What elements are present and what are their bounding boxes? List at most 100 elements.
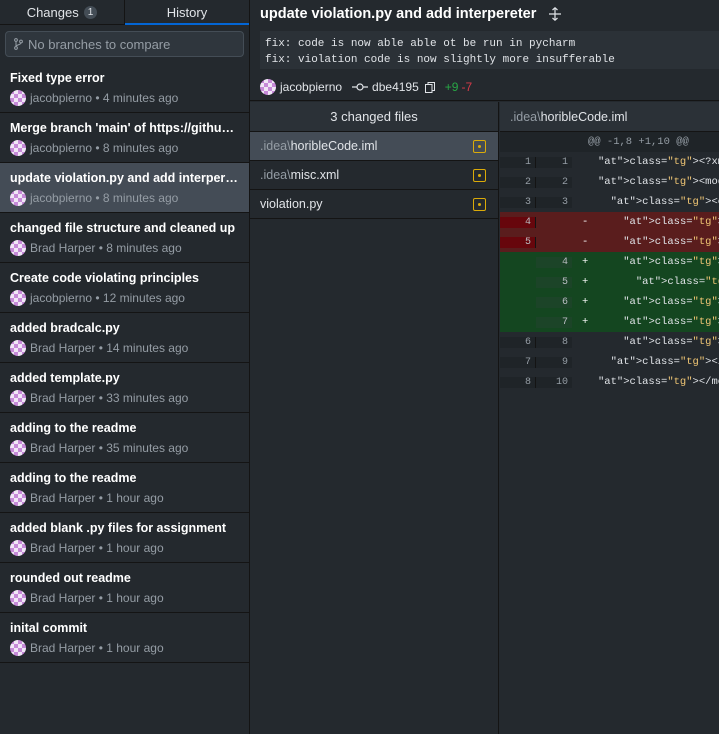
commit-meta: jacobpierno • 8 minutes ago [10, 140, 239, 156]
old-line-number: 8 [500, 376, 536, 388]
new-line-number: 6 [536, 296, 572, 308]
commit-list-item[interactable]: rounded out readme Brad Harper • 1 hour a… [0, 563, 249, 613]
file-dir: .idea\ [260, 139, 291, 153]
changed-file-item[interactable]: .idea\ misc.xml [250, 161, 498, 190]
commit-author: Brad Harper [30, 341, 96, 355]
commit-time: 1 hour ago [106, 641, 164, 655]
diff-line-context[interactable]: 79 "at">class="tg"></component> [500, 352, 719, 372]
file-name: misc.xml [290, 168, 340, 182]
diff-line-added[interactable]: 6 + "at">class="tg"></content> [500, 292, 719, 312]
commit-list-item[interactable]: Create code violating principles jacobpie… [0, 263, 249, 313]
changed-files-header: 3 changed files [250, 102, 498, 132]
changed-files-pane: 3 changed files .idea\ horibleCode.iml .id… [250, 102, 499, 734]
file-name: violation.py [260, 197, 323, 211]
commit-list-item[interactable]: adding to the readme Brad Harper • 1 hour… [0, 463, 249, 513]
meta-separator: • [95, 591, 107, 605]
diff-code: "at">class="tg"><content "at">url="fi [623, 256, 719, 268]
commit-author: Brad Harper [30, 441, 96, 455]
diff-line-context[interactable]: 22 "at">class="tg"><module "at">type="PYT… [500, 172, 719, 192]
diff-line-added[interactable]: 4 + "at">class="tg"><content "at">url="fi [500, 252, 719, 272]
commit-meta: Brad Harper • 8 minutes ago [10, 240, 239, 256]
avatar [10, 340, 26, 356]
diff-code: "at">class="tg"><module "at">type="PYTHO… [598, 176, 719, 188]
branch-compare-input[interactable]: No branches to compare [5, 31, 244, 57]
file-dir: .idea\ [260, 168, 291, 182]
old-line-number: 6 [500, 336, 536, 348]
commit-author: jacobpierno [30, 141, 93, 155]
commit-list-item[interactable]: changed file structure and cleaned up Bra… [0, 213, 249, 263]
diff-code: "at">class="tg"><excludeFolder [635, 276, 719, 288]
avatar [10, 590, 26, 606]
commit-author: jacobpierno [30, 91, 93, 105]
diff-line-added[interactable]: 5 + "at">class="tg"><excludeFolder [500, 272, 719, 292]
commit-list-item[interactable]: Fixed type error jacobpierno • 4 minutes … [0, 63, 249, 113]
avatar [10, 140, 26, 156]
expand-icon[interactable] [548, 7, 562, 21]
commit-title: adding to the readme [10, 421, 137, 435]
git-commit-icon [352, 83, 369, 91]
new-line-number: 1 [536, 156, 572, 168]
diff-lines: @@ -1,8 +1,10 @@ 11 "at">class="tg"><?xml … [500, 132, 719, 392]
commit-meta: jacobpierno • 12 minutes ago [10, 290, 239, 306]
diff-hunk-header[interactable]: @@ -1,8 +1,10 @@ [500, 132, 719, 152]
commit-title: Create code violating principles [10, 271, 199, 285]
commit-list-item[interactable]: Merge branch 'main' of https://github...… [0, 113, 249, 163]
commit-time: 33 minutes ago [106, 391, 189, 405]
modified-icon [473, 169, 486, 182]
commit-time: 1 hour ago [106, 491, 164, 505]
commit-author: jacobpierno [30, 291, 93, 305]
commit-title: added bradcalc.py [10, 321, 120, 335]
old-line-number: 3 [500, 196, 536, 208]
commit-list-item[interactable]: inital commit Brad Harper • 1 hour ago [0, 613, 249, 663]
diff-code: "at">class="tg"><component "at">name="N [610, 196, 719, 208]
diff-line-added[interactable]: 7 + "at">class="tg"><orderEntry type [500, 312, 719, 332]
modified-icon [473, 198, 486, 211]
diff-sign: - [582, 236, 589, 248]
commit-list-item[interactable]: added template.py Brad Harper • 33 minute… [0, 363, 249, 413]
commit-list-item[interactable]: adding to the readme Brad Harper • 35 min… [0, 413, 249, 463]
tab-changes[interactable]: Changes 1 [0, 0, 124, 24]
commit-title: added template.py [10, 371, 120, 385]
avatar [10, 190, 26, 206]
diff-line-context[interactable]: 33 "at">class="tg"><component "at">name=… [500, 192, 719, 212]
diff-code: "at">class="tg"><orderEntry type [623, 236, 719, 248]
diff-line-removed[interactable]: 4 - "at">class="tg"><content "at">url="fi [500, 212, 719, 232]
old-line-number: 7 [500, 356, 536, 368]
avatar [10, 440, 26, 456]
old-line-number: 4 [500, 216, 536, 228]
commit-meta: Brad Harper • 14 minutes ago [10, 340, 239, 356]
commit-title: changed file structure and cleaned up [10, 221, 236, 235]
diff-line-context[interactable]: 810 "at">class="tg"></module> [500, 372, 719, 392]
tab-history[interactable]: History [124, 0, 249, 25]
diff-line-context[interactable]: 68 "at">class="tg"><orderEntry type [500, 332, 719, 352]
commit-title: Fixed type error [10, 71, 105, 85]
diff-sign: + [582, 276, 589, 288]
commit-author: Brad Harper [30, 541, 96, 555]
commit-meta: jacobpierno • 4 minutes ago [10, 90, 239, 106]
diff-pane: .idea\ horibleCode.iml @@ -1,8 +1,10 @@ 1 1… [500, 102, 719, 734]
commit-list-item[interactable]: update violation.py and add interpereter… [0, 163, 249, 213]
old-line-number: 2 [500, 176, 536, 188]
commit-author: Brad Harper [30, 391, 96, 405]
commit-description: fix: code is now able able ot be run in … [260, 31, 719, 69]
commit-list-item[interactable]: added bradcalc.py Brad Harper • 14 minute… [0, 313, 249, 363]
tab-changes-label: Changes [26, 4, 79, 20]
new-line-number: 4 [536, 256, 572, 268]
commit-list-item[interactable]: added blank .py files for assignment Brad… [0, 513, 249, 563]
avatar [10, 240, 26, 256]
diff-line-context[interactable]: 11 "at">class="tg"><?xml "at">version="1.… [500, 152, 719, 172]
diff-line-removed[interactable]: 5 - "at">class="tg"><orderEntry type [500, 232, 719, 252]
meta-separator: • [95, 241, 107, 255]
commit-meta: Brad Harper • 1 hour ago [10, 590, 239, 606]
changed-file-item[interactable]: violation.py [250, 190, 498, 219]
meta-separator: • [92, 291, 103, 305]
copy-icon[interactable] [424, 81, 435, 93]
commit-meta: Brad Harper • 1 hour ago [10, 640, 239, 656]
commit-summary: update violation.py and add interpereter [260, 6, 537, 22]
new-line-number: 9 [536, 356, 572, 368]
deletions-count: -7 [461, 80, 473, 94]
commit-time: 1 hour ago [106, 541, 164, 555]
changed-file-item[interactable]: .idea\ horibleCode.iml [250, 132, 498, 161]
commit-time: 1 hour ago [106, 591, 164, 605]
commit-sha: dbe4195 [372, 80, 419, 94]
